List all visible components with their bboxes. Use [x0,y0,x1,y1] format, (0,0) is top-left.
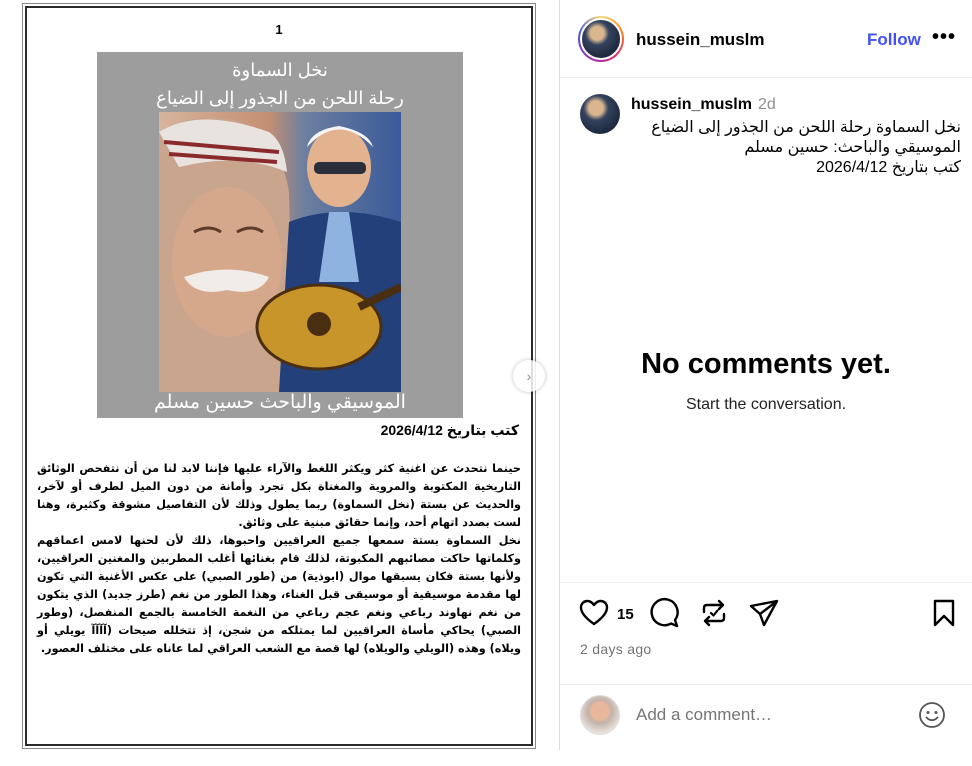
cover-footer: الموسيقي والباحث حسين مسلم [154,392,406,413]
current-user-avatar [580,695,620,735]
document-body: حينما نتحدث عن اغنية كثر ويكثر اللغط وال… [37,460,521,658]
caption-line: كتب بتاريخ 2026/4/12 [816,159,961,176]
follow-button[interactable]: Follow [867,30,921,50]
heart-icon[interactable] [578,597,610,629]
post-sidebar: hussein_muslm Follow ••• hussein_muslm 2d… [560,0,972,750]
caption-avatar[interactable] [580,94,620,134]
caption-username-line: hussein_muslm 2d [631,96,776,114]
document-date: كتب بتاريخ 2026/4/12 [380,422,519,438]
bookmark-icon[interactable] [928,597,960,629]
caption-username[interactable]: hussein_muslm [631,96,752,113]
document-paragraph: نخل السماوة بستة سمعها جميع العراقيين وا… [37,534,521,655]
document-paragraph: حينما نتحدث عن اغنية كثر ويكثر اللغط وال… [37,462,521,529]
emoji-icon[interactable] [918,701,946,729]
post-timestamp[interactable]: 2 days ago [580,641,652,657]
caption-time: 2d [757,96,776,113]
header-username[interactable]: hussein_muslm [636,30,765,50]
cover-image: نخل السماوة رحلة اللحن من الجذور إلى الض… [97,52,463,418]
caption-line: نخل السماوة رحلة اللحن من الجذور إلى الض… [651,119,961,136]
add-comment-bar [560,684,972,746]
next-slide-button[interactable]: › [513,360,545,392]
comment-input[interactable] [636,705,896,725]
caption-text: نخل السماوة رحلة اللحن من الجذور إلى الض… [631,118,961,178]
comment-icon[interactable] [648,597,680,629]
caption-area: hussein_muslm 2d نخل السماوة رحلة اللحن م… [560,78,972,582]
document-page: 1 نخل السماوة رحلة اللحن من الجذور إلى ا… [22,3,536,749]
repost-icon[interactable] [698,597,730,629]
no-comments-title: No comments yet. [641,348,891,380]
avatar[interactable] [578,16,624,62]
page-number: 1 [275,22,283,37]
caption-line: الموسيقي والباحث: حسين مسلم [744,139,961,156]
cover-photo [159,112,401,392]
cover-title: نخل السماوة [232,60,328,80]
action-bar: 15 2 days ago [560,582,972,694]
more-options-icon[interactable]: ••• [932,26,956,49]
chevron-right-icon: › [526,368,532,384]
post-media: 1 نخل السماوة رحلة اللحن من الجذور إلى ا… [0,0,560,750]
share-icon[interactable] [748,597,780,629]
no-comments-subtitle: Start the conversation. [685,396,847,413]
post-header: hussein_muslm Follow ••• [560,0,972,78]
like-count[interactable]: 15 [617,606,634,623]
cover-subtitle: رحلة اللحن من الجذور إلى الضياع [156,88,404,108]
